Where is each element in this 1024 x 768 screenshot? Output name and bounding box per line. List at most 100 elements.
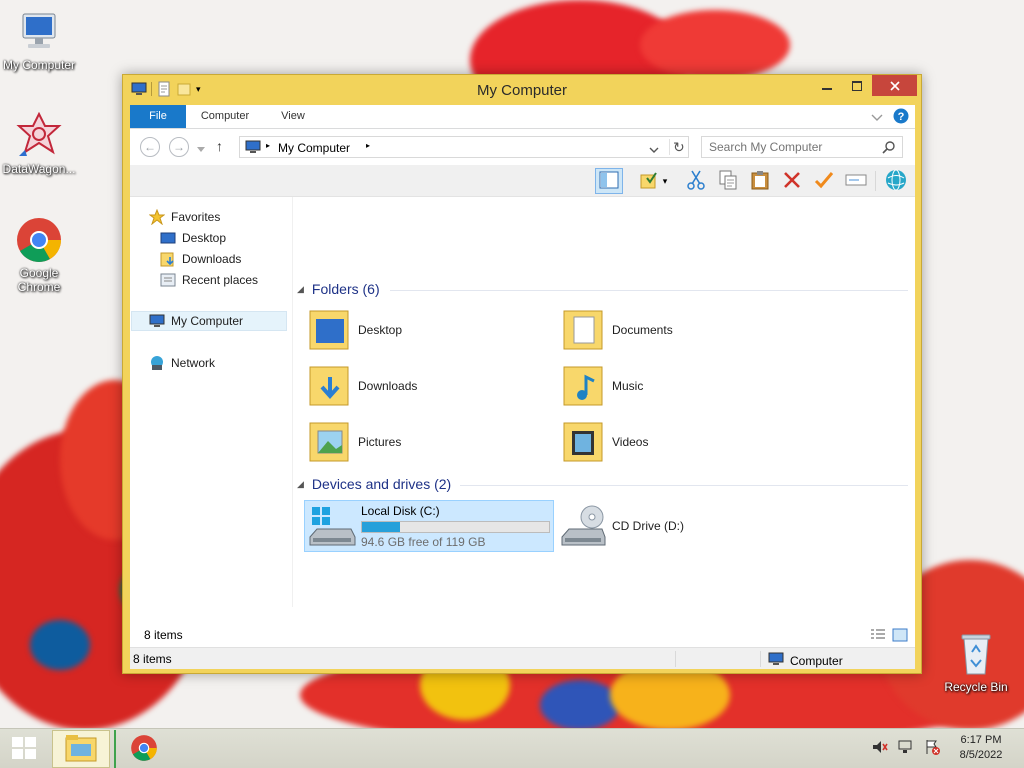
- back-button[interactable]: ←: [140, 137, 160, 157]
- drive-cd-d[interactable]: CD Drive (D:): [560, 500, 810, 552]
- refresh-icon[interactable]: ↻: [673, 139, 685, 156]
- folder-documents[interactable]: Documents: [560, 304, 810, 356]
- group-header-devices[interactable]: ◢ Devices and drives (2): [297, 476, 451, 492]
- start-button[interactable]: [4, 730, 44, 768]
- address-bar[interactable]: ▸ My Computer ▸ ↻: [239, 136, 689, 158]
- chrome-icon: [130, 734, 158, 765]
- globe-icon: [885, 169, 907, 194]
- details-view-icon[interactable]: [870, 628, 886, 645]
- nav-favorites[interactable]: Favorites: [148, 207, 220, 227]
- forward-button[interactable]: →: [169, 137, 189, 157]
- breadcrumb-chevron-icon[interactable]: ▸: [266, 141, 270, 150]
- check-dropdown-chevron-icon[interactable]: ▾: [658, 168, 672, 194]
- folder-downloads[interactable]: Downloads: [306, 360, 556, 412]
- pane-divider: [292, 197, 293, 607]
- up-arrow-icon[interactable]: ↑: [216, 138, 223, 154]
- preview-pane-icon: [599, 171, 619, 192]
- globe-button[interactable]: [882, 168, 910, 194]
- tab-view[interactable]: View: [270, 105, 316, 128]
- status-left: 8 items: [133, 652, 172, 666]
- large-icons-view-icon[interactable]: [892, 628, 908, 645]
- network-icon: [149, 355, 165, 371]
- desktop-icon-my-computer[interactable]: My Computer: [1, 8, 77, 72]
- status-zone: Computer: [768, 652, 843, 669]
- details-strip: 8 items: [130, 623, 915, 647]
- delete-button[interactable]: [778, 168, 806, 194]
- desktop-icon-google-chrome[interactable]: Google Chrome: [1, 216, 77, 294]
- system-tray: [872, 739, 940, 758]
- collapse-caret-icon[interactable]: ◢: [297, 284, 304, 295]
- network-tray-icon[interactable]: [898, 739, 914, 758]
- cd-drive-icon: [560, 503, 606, 549]
- title-bar[interactable]: ▾ My Computer: [123, 75, 921, 105]
- drive-free-space: 94.6 GB free of 119 GB: [361, 535, 486, 549]
- computer-small-icon: [149, 313, 165, 329]
- address-dropdown-chevron-icon[interactable]: [649, 143, 659, 157]
- minimize-button[interactable]: [813, 75, 841, 96]
- breadcrumb-chevron-icon[interactable]: ▸: [366, 141, 370, 150]
- search-input[interactable]: [702, 137, 872, 157]
- folder-videos[interactable]: Videos: [560, 416, 810, 468]
- desktop-icon-datawagon[interactable]: DataWagon...: [1, 111, 77, 176]
- desktop-icon-recycle-bin[interactable]: Recycle Bin: [938, 630, 1014, 694]
- folder-name: Desktop: [358, 323, 403, 337]
- rename-button[interactable]: [842, 168, 870, 194]
- folder-music[interactable]: Music: [560, 360, 810, 412]
- taskbar-file-explorer[interactable]: [52, 730, 110, 768]
- nav-item-network[interactable]: Network: [149, 353, 215, 373]
- copy-button[interactable]: [714, 168, 742, 194]
- maximize-button[interactable]: [843, 75, 871, 96]
- folder-name: Pictures: [358, 435, 402, 449]
- tab-file[interactable]: File: [130, 105, 186, 128]
- address-divider: [669, 139, 670, 155]
- nav-item-label: My Computer: [171, 314, 244, 328]
- status-bar: 8 items Computer: [130, 647, 915, 669]
- tab-computer[interactable]: Computer: [188, 105, 262, 128]
- taskbar-google-chrome[interactable]: [114, 730, 172, 768]
- folder-pictures[interactable]: Pictures: [306, 416, 556, 468]
- nav-item-label: Recent places: [182, 273, 259, 287]
- computer-small-icon: [768, 652, 784, 669]
- breadcrumb-location[interactable]: My Computer: [278, 141, 350, 155]
- items-count: 8 items: [144, 628, 183, 642]
- recent-locations-chevron-icon[interactable]: [197, 142, 205, 156]
- star-icon: [148, 208, 166, 226]
- explorer-window: ▾ My Computer File Computer View ? ← → ↑…: [122, 74, 922, 674]
- drive-usage-fill: [362, 522, 401, 532]
- pictures-folder-icon: [306, 419, 352, 465]
- group-divider: [460, 485, 908, 486]
- downloads-folder-icon: [306, 363, 352, 409]
- delete-x-icon: [783, 171, 801, 192]
- desktop-small-icon: [160, 230, 176, 246]
- nav-item-my-computer[interactable]: My Computer: [131, 311, 287, 331]
- volume-muted-icon[interactable]: [872, 739, 888, 758]
- status-divider: [760, 651, 761, 667]
- group-header-folders[interactable]: ◢ Folders (6): [297, 281, 380, 297]
- cut-button[interactable]: [682, 168, 710, 194]
- nav-item-downloads[interactable]: Downloads: [160, 249, 241, 269]
- checkmark-button[interactable]: [810, 168, 838, 194]
- folder-check-icon: [639, 171, 659, 192]
- action-center-flag-icon[interactable]: [924, 739, 940, 758]
- taskbar-clock[interactable]: 6:17 PM 8/5/2022: [946, 733, 1016, 763]
- paste-button[interactable]: [746, 168, 774, 194]
- expand-ribbon-chevron-icon[interactable]: [871, 111, 883, 125]
- drive-usage-bar: [361, 521, 550, 533]
- music-folder-icon: [560, 363, 606, 409]
- desktop-folder-icon: [306, 307, 352, 353]
- scissors-icon: [687, 170, 705, 193]
- search-icon[interactable]: [882, 140, 896, 157]
- window-title: My Computer: [476, 82, 568, 99]
- close-button[interactable]: [872, 75, 917, 96]
- nav-item-desktop[interactable]: Desktop: [160, 228, 226, 248]
- clipboard-icon: [751, 170, 769, 193]
- folder-desktop[interactable]: Desktop: [306, 304, 556, 356]
- command-toolbar: ▾: [130, 165, 915, 197]
- help-icon[interactable]: ?: [893, 108, 909, 127]
- drive-local-disk-c[interactable]: Local Disk (C:) 94.6 GB free of 119 GB: [304, 500, 554, 552]
- nav-item-recent-places[interactable]: Recent places: [160, 270, 258, 290]
- group-header-label: Folders (6): [311, 281, 380, 297]
- search-box[interactable]: [701, 136, 903, 158]
- collapse-caret-icon[interactable]: ◢: [297, 479, 304, 490]
- preview-pane-button[interactable]: [595, 168, 623, 194]
